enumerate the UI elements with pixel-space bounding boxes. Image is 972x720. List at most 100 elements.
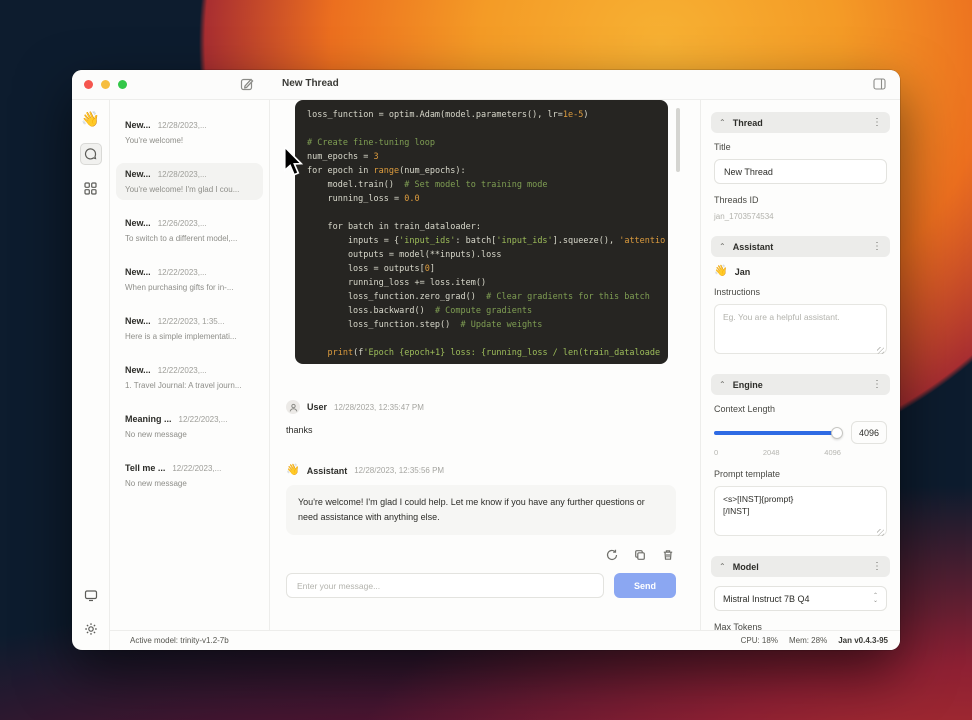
active-model-status: Active model: trinity-v1.2-7b xyxy=(130,636,229,645)
settings-panel: ⌃ Thread ⋮ Title Threads ID jan_17035745… xyxy=(701,100,900,630)
traffic-lights xyxy=(84,80,127,89)
thread-list-item[interactable]: New... 12/28/2023,... You're welcome! xyxy=(116,114,263,151)
thread-item-title: New... xyxy=(125,267,151,277)
thread-item-date: 12/26/2023,... xyxy=(157,219,207,228)
max-tokens-label: Max Tokens xyxy=(714,622,762,630)
thread-item-title: New... xyxy=(125,365,151,375)
message-timestamp: 12/28/2023, 12:35:47 PM xyxy=(334,402,424,412)
app-window: New Thread 👋 New... 12/28/2023,... You'r… xyxy=(72,70,900,650)
thread-item-preview: No new message xyxy=(125,430,187,439)
select-caret-icon: ⌃ ⌄ xyxy=(872,592,878,604)
thread-item-title: Tell me ... xyxy=(125,463,166,473)
chevron-up-icon: ⌃ xyxy=(719,379,726,389)
assistant-name: Jan xyxy=(734,266,751,277)
resize-grip-icon[interactable] xyxy=(877,529,884,536)
thread-list-item[interactable]: Tell me ... 12/22/2023,... No new messag… xyxy=(116,457,263,494)
chat-bubble-icon xyxy=(84,147,97,161)
assistant-message: 👋 Assistant 12/28/2023, 12:35:56 PM You'… xyxy=(286,465,676,535)
model-card-header[interactable]: ⌃ Model ⋮ xyxy=(711,556,890,577)
thread-item-title: New... xyxy=(125,218,151,228)
thread-card: ⌃ Thread ⋮ Title Threads ID jan_17035745… xyxy=(711,112,890,223)
thread-list-item[interactable]: New... 12/22/2023, 1:35... Here is a sim… xyxy=(116,310,263,347)
grid-icon xyxy=(84,181,97,195)
delete-icon[interactable] xyxy=(662,549,674,561)
zoom-window-button[interactable] xyxy=(118,80,127,89)
user-message: User 12/28/2023, 12:35:47 PM thanks xyxy=(286,400,676,435)
app-version: Jan v0.4.3-95 xyxy=(838,636,888,645)
gear-icon xyxy=(84,622,98,636)
window-title: New Thread xyxy=(282,78,339,89)
thread-list-item[interactable]: Meaning ... 12/22/2023,... No new messag… xyxy=(116,408,263,445)
assistant-card: ⌃ Assistant ⋮ 👋 Jan Instructions xyxy=(711,236,890,361)
thread-list-item[interactable]: New... 12/22/2023,... When purchasing gi… xyxy=(116,261,263,298)
copy-icon[interactable] xyxy=(634,549,646,561)
title-label: Title xyxy=(714,142,731,152)
chat-scrollbar[interactable] xyxy=(676,108,680,172)
right-panel-toggle-icon[interactable] xyxy=(873,78,886,90)
ribbon-sidebar: 👋 xyxy=(72,100,110,650)
threads-id-label: Threads ID xyxy=(714,195,759,205)
thread-item-date: 12/22/2023,... xyxy=(172,464,222,473)
message-role: User xyxy=(307,402,328,412)
regenerate-icon[interactable] xyxy=(606,549,618,561)
model-card: ⌃ Model ⋮ Mistral Instruct 7B Q4 ⌃ ⌄ Max … xyxy=(711,556,890,630)
monitor-icon xyxy=(84,589,98,602)
thread-list: New... 12/28/2023,... You're welcome! Ne… xyxy=(110,100,270,630)
thread-item-title: New... xyxy=(125,169,151,179)
resize-grip-icon[interactable] xyxy=(877,347,884,354)
sidebar-item-hub[interactable] xyxy=(80,177,102,199)
send-button[interactable]: Send xyxy=(614,573,676,598)
thread-item-title: Meaning ... xyxy=(125,414,172,424)
assistant-card-header[interactable]: ⌃ Assistant ⋮ xyxy=(711,236,890,257)
thread-list-item[interactable]: New... 12/28/2023,... You're welcome! I'… xyxy=(116,163,263,200)
minimize-window-button[interactable] xyxy=(101,80,110,89)
thread-item-preview: Here is a simple implementati... xyxy=(125,332,237,341)
prompt-template-label: Prompt template xyxy=(714,469,781,479)
thread-item-preview: You're welcome! I'm glad I cou... xyxy=(125,185,240,194)
model-select[interactable]: Mistral Instruct 7B Q4 ⌃ ⌄ xyxy=(714,586,887,611)
thread-item-preview: 1. Travel Journal: A travel journ... xyxy=(125,381,242,390)
slider-ticks: 0 2048 4096 xyxy=(714,448,841,457)
context-length-slider[interactable] xyxy=(714,426,843,439)
thread-item-date: 12/28/2023,... xyxy=(157,170,207,179)
assistant-avatar-icon: 👋 xyxy=(286,464,300,476)
thread-item-preview: You're welcome! xyxy=(125,136,184,145)
kebab-menu-icon[interactable]: ⋮ xyxy=(872,241,882,252)
thread-item-title: New... xyxy=(125,316,151,326)
sidebar-item-system-monitor[interactable] xyxy=(80,584,102,606)
chat-area: loss_function = optim.Adam(model.paramet… xyxy=(270,100,701,630)
sidebar-item-settings[interactable] xyxy=(80,618,102,640)
mem-status: Mem: 28% xyxy=(788,636,828,645)
message-input[interactable] xyxy=(286,573,604,598)
engine-card: ⌃ Engine ⋮ Context Length 4096 0 2048 40… xyxy=(711,374,890,543)
thread-list-item[interactable]: New... 12/22/2023,... 1. Travel Journal:… xyxy=(116,359,263,396)
chevron-up-icon: ⌃ xyxy=(719,241,726,251)
kebab-menu-icon[interactable]: ⋮ xyxy=(872,561,882,572)
kebab-menu-icon[interactable]: ⋮ xyxy=(872,379,882,390)
threads-id-value: jan_1703574534 xyxy=(714,212,774,221)
titlebar: New Thread xyxy=(72,70,900,100)
thread-card-header[interactable]: ⌃ Thread ⋮ xyxy=(711,112,890,133)
engine-card-header[interactable]: ⌃ Engine ⋮ xyxy=(711,374,890,395)
context-length-value: 4096 xyxy=(851,421,887,444)
jan-logo-icon: 👋 xyxy=(81,111,100,128)
message-role: Assistant xyxy=(306,465,348,476)
thread-list-item[interactable]: New... 12/26/2023,... To switch to a dif… xyxy=(116,212,263,249)
message-bubble: You're welcome! I'm glad I could help. L… xyxy=(286,485,676,535)
thread-item-preview: No new message xyxy=(125,479,187,488)
chevron-up-icon: ⌃ xyxy=(719,561,726,571)
assistant-avatar-icon: 👋 xyxy=(714,265,728,277)
thread-title-input[interactable] xyxy=(714,159,887,184)
thread-item-date: 12/22/2023,... xyxy=(157,268,207,277)
thread-item-date: 12/22/2023, 1:35... xyxy=(157,317,225,326)
thread-item-title: New... xyxy=(125,120,151,130)
thread-item-date: 12/28/2023,... xyxy=(157,121,207,130)
close-window-button[interactable] xyxy=(84,80,93,89)
prompt-template-textarea[interactable]: <s>[INST]{prompt} [/INST] xyxy=(714,486,887,536)
instructions-label: Instructions xyxy=(714,287,761,297)
instructions-textarea[interactable] xyxy=(714,304,887,354)
new-thread-icon[interactable] xyxy=(240,77,254,91)
kebab-menu-icon[interactable]: ⋮ xyxy=(872,117,882,128)
sidebar-item-chat[interactable] xyxy=(79,143,102,165)
slider-thumb[interactable] xyxy=(831,426,843,439)
